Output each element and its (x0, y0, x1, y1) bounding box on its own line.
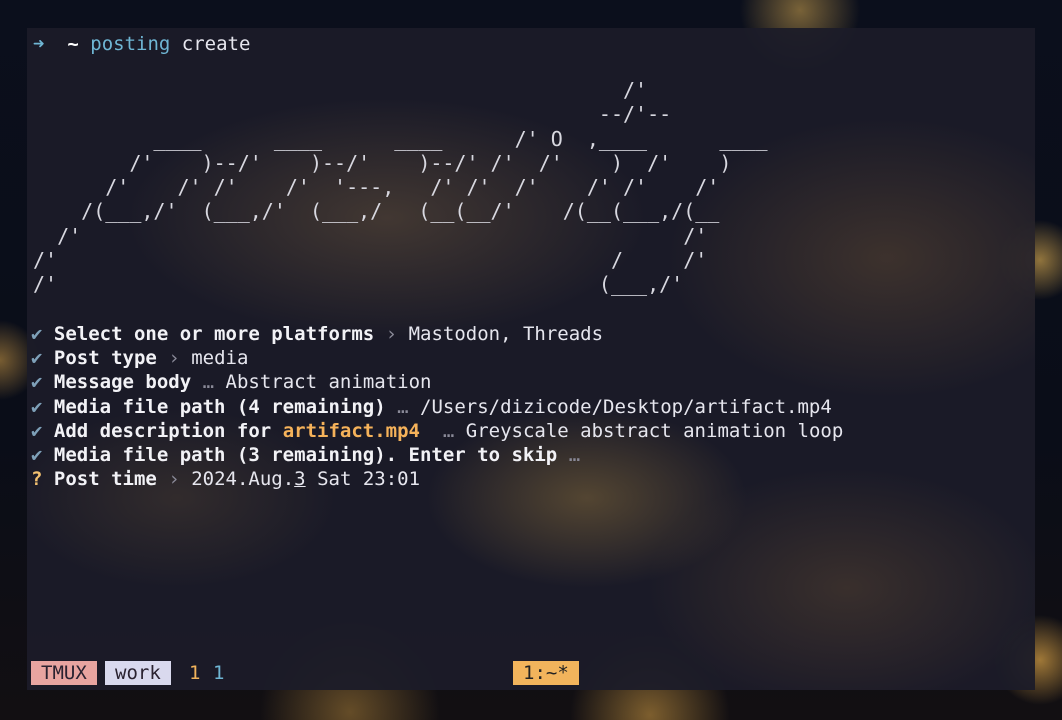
post-time-input[interactable]: 2024.Aug.3 Sat 23:01 (191, 468, 420, 490)
ellipsis-icon: … (397, 395, 409, 418)
check-icon: ✔ (31, 419, 43, 442)
answer-row: ✔ Message body … Abstract animation (31, 370, 843, 394)
answer-row: ✔ Post type › media (31, 346, 843, 370)
answer-row: ✔ Media file path (3 remaining). Enter t… (31, 443, 843, 467)
question-label: Add description for (53, 419, 272, 442)
active-prompt-row[interactable]: ? Post time › 2024.Aug.3 Sat 23:01 (31, 467, 843, 491)
chevron-right-icon: › (168, 347, 180, 370)
chevron-right-icon: › (168, 468, 180, 491)
prompt-directory: ~ (67, 33, 79, 55)
window-count: 1 (213, 662, 225, 684)
answer-value: Mastodon, Threads (408, 323, 604, 345)
check-icon: ✔ (31, 371, 43, 394)
answer-row: ✔ Select one or more platforms › Mastodo… (31, 322, 843, 346)
tmux-status-bar: TMUX work 1 1 1:~* (31, 661, 1031, 685)
prompt-argument: create (181, 33, 251, 55)
prompt-answers-list: ✔ Select one or more platforms › Mastodo… (31, 322, 843, 491)
prompt-command: posting (90, 33, 171, 55)
pane-count: 1 (189, 662, 201, 684)
question-label: Post time (53, 468, 157, 491)
date-part: Sat 23:01 (305, 468, 421, 491)
chevron-right-icon: › (385, 323, 398, 345)
shell-prompt: ➜ ~ posting create (33, 32, 250, 56)
ellipsis-icon: … (442, 419, 455, 442)
prompt-arrow-icon: ➜ (33, 33, 45, 55)
question-label: Post type (53, 347, 157, 370)
check-icon: ✔ (31, 395, 43, 418)
check-icon: ✔ (31, 443, 43, 466)
question-label: Select one or more platforms (53, 323, 375, 345)
question-label: Media file path (4 remaining) (53, 395, 386, 418)
tmux-label: TMUX (31, 661, 97, 685)
answer-row: ✔ Add description for artifact.mp4 … Gre… (31, 419, 843, 443)
active-window-tab[interactable]: 1:~* (513, 661, 579, 685)
date-part: 2024.Aug. (191, 468, 295, 491)
highlighted-filename: artifact.mp4 (282, 419, 420, 442)
ascii-art-logo: /' --/'-- ____ ____ ____ /' O ,____ ____… (33, 78, 768, 297)
answer-value: /Users/dizicode/Desktop/artifact.mp4 (420, 395, 832, 418)
answer-value: Greyscale abstract animation loop (465, 419, 844, 442)
answer-value: media (191, 347, 249, 370)
check-icon: ✔ (31, 347, 43, 370)
session-name[interactable]: work (105, 661, 171, 685)
question-label: Message body (53, 371, 192, 394)
answer-row: ✔ Media file path (4 remaining) … /Users… (31, 395, 843, 419)
answer-value: Abstract animation (225, 371, 432, 394)
check-icon: ✔ (31, 323, 43, 345)
date-cursor[interactable]: 3 (294, 468, 305, 490)
question-label: Media file path (3 remaining). Enter to … (53, 443, 558, 466)
ellipsis-icon: … (202, 371, 215, 394)
terminal-window[interactable]: ➜ ~ posting create /' --/'-- ____ ____ _… (27, 28, 1035, 690)
question-mark-icon: ? (31, 468, 43, 491)
ellipsis-icon: … (568, 443, 581, 466)
